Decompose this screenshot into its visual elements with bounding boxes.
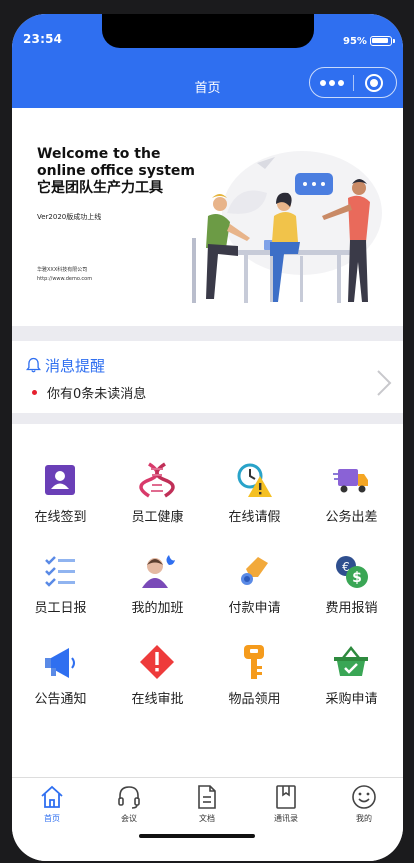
svg-text:$: $ <box>352 570 362 586</box>
home-icon <box>41 785 63 808</box>
checklist-icon <box>45 556 75 587</box>
close-mini-program-icon[interactable] <box>365 74 383 92</box>
notice-title: 消息提醒 <box>45 357 106 375</box>
phone-frame: 23:54 95% 首页 Welcome to the online offic… <box>12 14 403 861</box>
headset-icon <box>118 786 140 809</box>
tab-profile[interactable]: 我的 <box>334 784 394 832</box>
mini-program-capsule <box>309 67 397 98</box>
truck-icon <box>333 469 368 493</box>
function-grid: 在线签到 员工健康 在线请假 公务出差 员工日报 我的加班 付款申请 € $ 费… <box>12 424 403 764</box>
grid-item-daily-report[interactable]: 员工日报 <box>12 525 109 616</box>
megaphone-icon <box>45 648 75 678</box>
bell-icon <box>26 357 41 373</box>
grid-item-reimbursement[interactable]: € $ 费用报销 <box>303 525 400 616</box>
bookmark-icon <box>276 785 296 809</box>
status-bar: 23:54 95% <box>12 14 403 58</box>
money-icon: € $ <box>336 556 368 588</box>
grid-item-approval[interactable]: 在线审批 <box>109 616 206 707</box>
more-icon[interactable] <box>320 80 344 86</box>
grid-item-leave[interactable]: 在线请假 <box>206 434 303 525</box>
tab-home[interactable]: 首页 <box>22 784 82 832</box>
night-worker-icon <box>142 555 175 588</box>
nav-bar: 首页 <box>12 58 403 108</box>
unread-dot <box>32 390 37 395</box>
office-team-illustration <box>192 151 382 303</box>
battery-icon <box>370 36 395 46</box>
status-time: 23:54 <box>23 32 63 46</box>
home-indicator <box>139 834 255 838</box>
tab-meeting[interactable]: 会议 <box>99 784 159 832</box>
tab-bar: 首页 会议 文档 通讯录 我的 <box>12 777 403 861</box>
tab-contacts[interactable]: 通讯录 <box>256 784 316 832</box>
grid-item-checkin[interactable]: 在线签到 <box>12 434 109 525</box>
hand-coin-icon <box>241 557 268 585</box>
separator <box>12 413 403 424</box>
smiley-icon <box>352 785 376 809</box>
grid-item-overtime[interactable]: 我的加班 <box>109 525 206 616</box>
notch <box>102 14 314 48</box>
welcome-banner[interactable]: Welcome to the online office system 它是团队… <box>12 108 403 326</box>
alert-icon <box>140 645 174 679</box>
notice-text: 你有0条未读消息 <box>47 387 147 402</box>
grid-item-health[interactable]: 员工健康 <box>109 434 206 525</box>
banner-version: Ver2020版成功上线 <box>37 213 102 221</box>
chevron-right-icon[interactable] <box>376 369 392 397</box>
tab-documents[interactable]: 文档 <box>177 784 237 832</box>
basket-icon <box>334 645 368 676</box>
grid-item-business-trip[interactable]: 公务出差 <box>303 434 400 525</box>
id-card-icon <box>45 465 75 495</box>
battery-percent: 95% <box>343 36 367 47</box>
dna-icon <box>139 462 175 498</box>
banner-company: 华雅XXX科技有限公司 http://www.demo.com <box>37 267 93 282</box>
document-icon <box>198 785 216 809</box>
grid-item-announcement[interactable]: 公告通知 <box>12 616 109 707</box>
grid-item-supplies[interactable]: 物品领用 <box>206 616 303 707</box>
clock-warning-icon <box>237 463 272 497</box>
key-icon <box>244 645 264 679</box>
separator <box>12 326 403 341</box>
notice-card[interactable]: 消息提醒 你有0条未读消息 <box>12 341 403 413</box>
grid-item-purchase[interactable]: 采购申请 <box>303 616 400 707</box>
grid-item-payment-request[interactable]: 付款申请 <box>206 525 303 616</box>
